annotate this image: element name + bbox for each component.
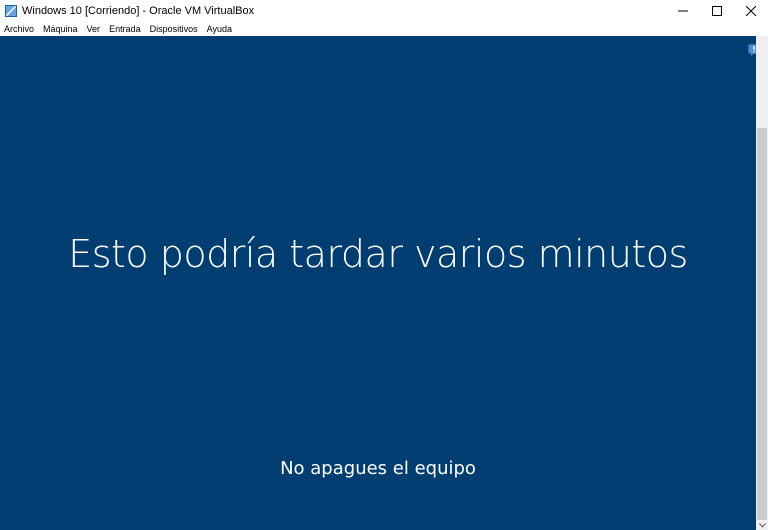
menu-entrada[interactable]: Entrada [105,22,146,36]
virtualbox-icon [5,5,17,17]
vm-display[interactable]: Esto podría tardar varios minutos No apa… [0,36,756,530]
chevron-down-icon [758,522,766,528]
menu-archivo[interactable]: Archivo [0,22,39,36]
window-title: Windows 10 [Corriendo] - Oracle VM Virtu… [22,5,255,17]
scroll-down-button[interactable] [756,520,768,530]
window-controls [666,0,768,22]
setup-heading: Esto podría tardar varios minutos [68,232,688,276]
maximize-button[interactable] [700,0,734,22]
maximize-icon [712,6,722,16]
menu-ayuda[interactable]: Ayuda [203,22,237,36]
close-button[interactable] [734,0,768,22]
minimize-icon [678,10,688,12]
menu-bar: Archivo Máquina Ver Entrada Dispositivos… [0,22,768,36]
scrollbar-thumb[interactable] [757,128,767,520]
title-bar: Windows 10 [Corriendo] - Oracle VM Virtu… [0,0,768,22]
close-icon [746,6,756,16]
menu-dispositivos[interactable]: Dispositivos [146,22,203,36]
menu-maquina[interactable]: Máquina [39,22,83,36]
minimize-button[interactable] [666,0,700,22]
menu-ver[interactable]: Ver [83,22,106,36]
vertical-scrollbar[interactable] [756,36,768,530]
setup-subheading: No apagues el equipo [280,458,476,479]
